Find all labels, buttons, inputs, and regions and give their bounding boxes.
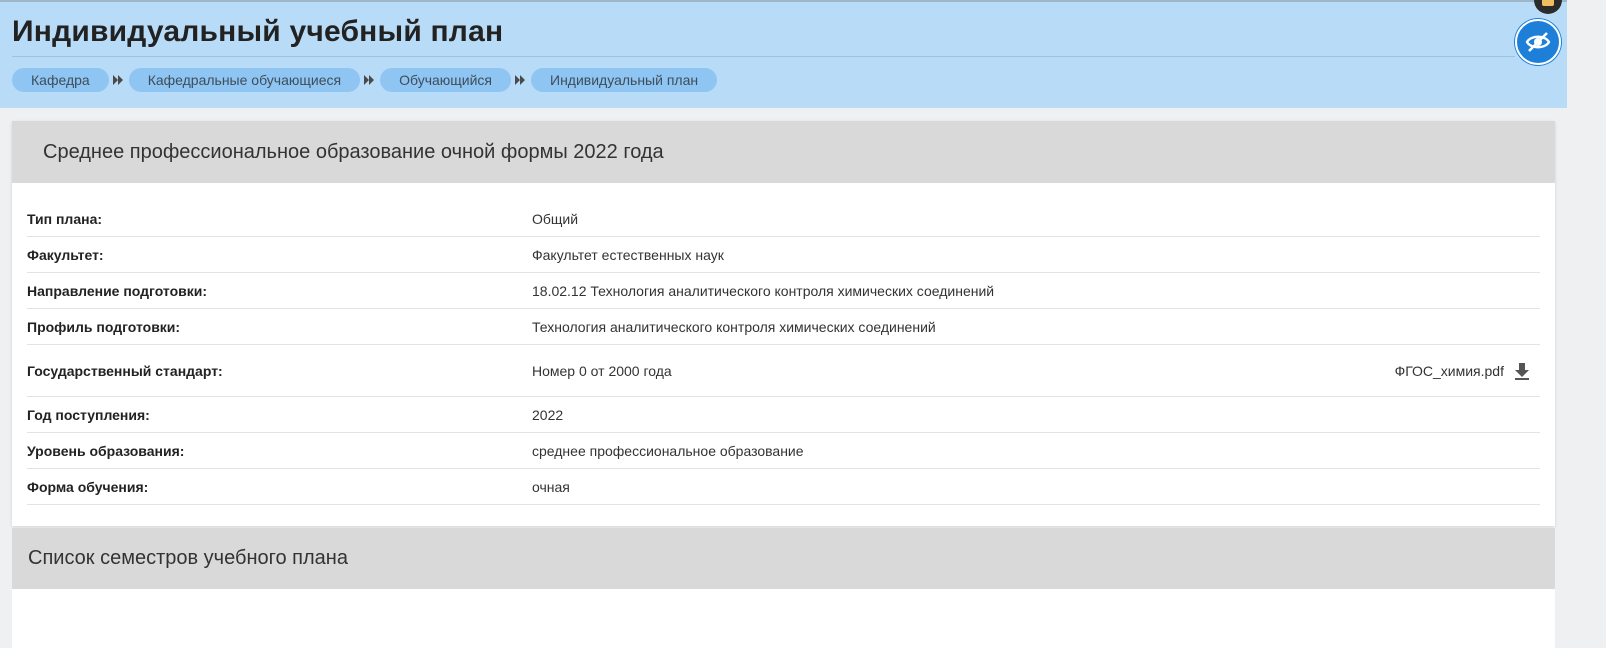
info-row-direction: Направление подготовки: 18.02.12 Техноло… bbox=[27, 273, 1540, 309]
info-label: Профиль подготовки: bbox=[27, 318, 181, 335]
info-value: Факультет естественных наук bbox=[532, 246, 724, 263]
double-chevron-right-icon bbox=[109, 75, 129, 85]
page-header: Индивидуальный учебный план Кафедра Кафе… bbox=[0, 0, 1567, 108]
breadcrumb-item-department[interactable]: Кафедра bbox=[12, 68, 109, 92]
info-label: Тип плана: bbox=[27, 210, 103, 227]
breadcrumb: Кафедра Кафедральные обучающиеся Обучающ… bbox=[12, 68, 718, 92]
info-value: Технология аналитического контроля химич… bbox=[532, 318, 936, 335]
file-name: ФГОС_химия.pdf bbox=[1394, 362, 1504, 379]
breadcrumb-item-department-students[interactable]: Кафедральные обучающиеся bbox=[128, 68, 361, 92]
header-divider bbox=[12, 56, 1515, 57]
info-row-education-level: Уровень образования: среднее профессиона… bbox=[27, 433, 1540, 469]
accessibility-toggle-button[interactable] bbox=[1515, 19, 1561, 65]
info-label: Государственный стандарт: bbox=[27, 362, 223, 379]
info-row-profile: Профиль подготовки: Технология аналитиче… bbox=[27, 309, 1540, 345]
info-value: 18.02.12 Технология аналитического контр… bbox=[532, 282, 995, 299]
info-value: Общий bbox=[532, 210, 579, 227]
plan-info-table: Тип плана: Общий Факультет: Факультет ес… bbox=[27, 201, 1540, 505]
eye-slash-icon bbox=[1524, 28, 1552, 56]
semesters-card: Список семестров учебного плана bbox=[12, 528, 1555, 648]
info-value: Номер 0 от 2000 года bbox=[532, 362, 672, 379]
info-label: Форма обучения: bbox=[27, 478, 149, 495]
double-chevron-right-icon bbox=[360, 75, 380, 85]
semesters-card-title: Список семестров учебного плана bbox=[12, 528, 1555, 589]
plan-info-card: Среднее профессиональное образование очн… bbox=[12, 121, 1555, 526]
info-value: очная bbox=[532, 478, 570, 495]
info-value: среднее профессиональное образование bbox=[532, 442, 804, 459]
info-row-plan-type: Тип плана: Общий bbox=[27, 201, 1540, 237]
info-label: Год поступления: bbox=[27, 406, 150, 423]
double-chevron-right-icon bbox=[511, 75, 531, 85]
breadcrumb-item-student[interactable]: Обучающийся bbox=[380, 68, 512, 92]
info-label: Направление подготовки: bbox=[27, 282, 208, 299]
info-row-state-standard: Государственный стандарт: Номер 0 от 200… bbox=[27, 345, 1540, 397]
standard-file-link[interactable]: ФГОС_химия.pdf bbox=[1395, 362, 1530, 380]
info-row-admission-year: Год поступления: 2022 bbox=[27, 397, 1540, 433]
breadcrumb-item-individual-plan[interactable]: Индивидуальный план bbox=[531, 68, 718, 92]
scrollbar-track[interactable] bbox=[1567, 0, 1606, 628]
plan-card-title: Среднее профессиональное образование очн… bbox=[12, 121, 1555, 183]
info-row-study-form: Форма обучения: очная bbox=[27, 469, 1540, 505]
info-row-faculty: Факультет: Факультет естественных наук bbox=[27, 237, 1540, 273]
page-title: Индивидуальный учебный план bbox=[12, 15, 504, 48]
download-icon[interactable] bbox=[1514, 362, 1530, 380]
info-label: Уровень образования: bbox=[27, 442, 185, 459]
info-label: Факультет: bbox=[27, 246, 104, 263]
info-value: 2022 bbox=[532, 406, 564, 423]
